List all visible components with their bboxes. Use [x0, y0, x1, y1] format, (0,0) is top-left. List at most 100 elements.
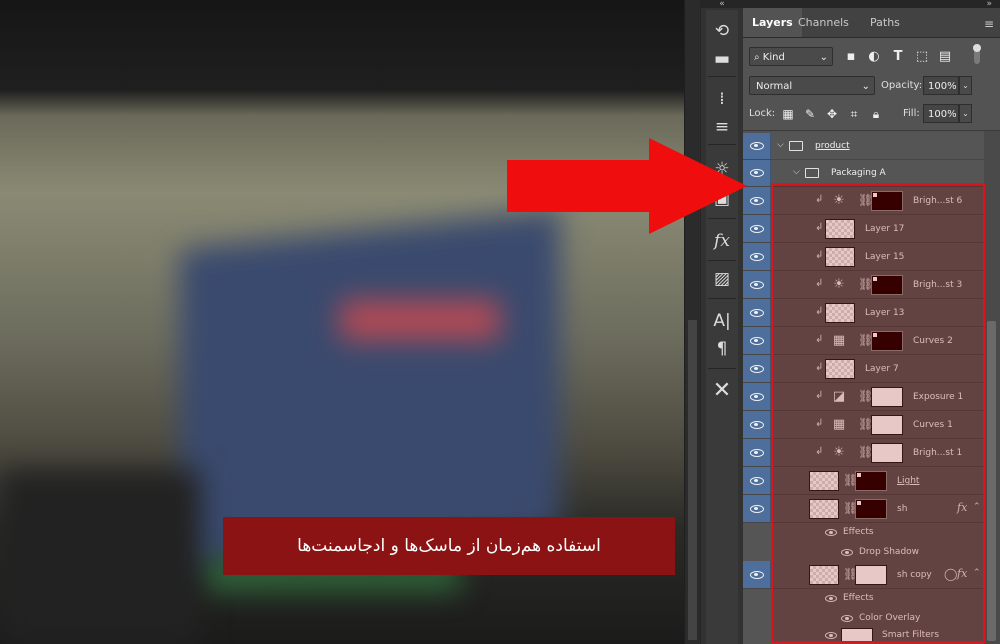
eye-icon[interactable] [750, 253, 764, 261]
type-filter-icon[interactable]: T [889, 47, 907, 66]
layer-thumbnail[interactable] [825, 247, 855, 267]
eye-icon[interactable] [750, 281, 764, 289]
fill-field[interactable]: 100% [923, 104, 959, 123]
layer-13[interactable]: ↲ Layer 13 [743, 299, 984, 327]
smart-filters-row[interactable]: Smart Filters [743, 627, 984, 644]
layers-list[interactable]: ⌵ product ⌵ Packaging A ↲ ☀ ⛓ Brigh...st… [743, 131, 984, 644]
fx-icon[interactable]: fx [957, 567, 967, 580]
filter-toggle[interactable] [973, 44, 981, 64]
layer-brightness-3[interactable]: ↲ ☀ ⛓ Brigh...st 3 [743, 271, 984, 299]
comment-icon[interactable]: ▬ [706, 46, 738, 72]
layer-comps-icon[interactable]: ▣ [706, 186, 738, 212]
opacity-dropdown-icon[interactable]: ⌄ [959, 76, 972, 95]
layer-mask-thumbnail[interactable] [871, 387, 903, 407]
tab-channels[interactable]: Channels [789, 8, 858, 37]
layer-group-packaging-a[interactable]: ⌵ Packaging A [743, 160, 984, 187]
layer-thumbnail[interactable] [825, 303, 855, 323]
layer-thumbnail[interactable] [825, 219, 855, 239]
layer-exposure-1[interactable]: ↲ ◪ ⛓ Exposure 1 [743, 383, 984, 411]
styles-fx-icon[interactable]: fx [706, 228, 738, 254]
effect-name: Color Overlay [859, 613, 921, 623]
layer-mask-thumbnail[interactable] [871, 443, 903, 463]
layers-scrollbar[interactable] [984, 131, 1000, 644]
layers-scrollbar-thumb[interactable] [987, 321, 996, 641]
collapse-panel-icon[interactable]: » [743, 0, 1000, 9]
effects-row[interactable]: Effects [743, 589, 984, 608]
chevron-down-icon[interactable]: ⌵ [777, 140, 784, 150]
eye-icon[interactable] [825, 595, 837, 602]
layer-mask-thumbnail[interactable] [855, 565, 887, 585]
image-icon[interactable]: ▨ [706, 266, 738, 292]
lock-position-icon[interactable]: ✥ [823, 105, 841, 124]
layer-17[interactable]: ↲ Layer 17 [743, 215, 984, 243]
layer-sh[interactable]: ⛓ sh fx ⌃ [743, 495, 984, 523]
eye-icon[interactable] [750, 477, 764, 485]
adjustments-sliders-icon[interactable]: ≡ [706, 114, 738, 140]
chevron-up-icon[interactable]: ⌃ [973, 568, 981, 578]
layer-mask-thumbnail[interactable] [871, 275, 903, 295]
smart-object-filter-icon[interactable]: ▤ [936, 47, 954, 66]
layer-mask-thumbnail[interactable] [871, 191, 903, 211]
opacity-field[interactable]: 100% [923, 76, 959, 95]
eye-icon[interactable] [750, 393, 764, 401]
layer-sh-copy[interactable]: ⛓ sh copy ◯ fx ⌃ [743, 561, 984, 589]
eye-icon[interactable] [841, 549, 853, 556]
lock-transparency-icon[interactable]: ▦ [779, 105, 797, 124]
libraries-icon[interactable]: ☼ [706, 156, 738, 182]
tab-paths[interactable]: Paths [861, 8, 909, 37]
layer-mask-thumbnail[interactable] [855, 471, 887, 491]
chevron-down-icon[interactable]: ⌵ [793, 167, 800, 177]
canvas-scrollbar-thumb[interactable] [688, 320, 697, 640]
eye-icon[interactable] [750, 421, 764, 429]
lock-all-icon[interactable]: 🔒︎ [867, 105, 885, 124]
image-filter-icon[interactable]: ▪ [842, 47, 860, 66]
canvas-scrollbar[interactable] [684, 0, 701, 644]
eye-icon[interactable] [750, 365, 764, 373]
eye-icon[interactable] [750, 571, 764, 579]
smart-filter-mask-thumbnail[interactable] [841, 628, 873, 643]
blend-mode-select[interactable]: Normal ⌄ [749, 76, 875, 95]
chevron-up-icon[interactable]: ⌃ [973, 502, 981, 512]
eye-icon[interactable] [750, 449, 764, 457]
fx-icon[interactable]: fx [957, 501, 967, 514]
eye-icon[interactable] [750, 337, 764, 345]
tools-icon[interactable]: ✕ [706, 378, 738, 404]
paragraph-icon[interactable]: ¶ [706, 336, 738, 362]
layer-light[interactable]: ⛓ Light [743, 467, 984, 495]
eye-icon[interactable] [750, 142, 764, 150]
layer-15[interactable]: ↲ Layer 15 [743, 243, 984, 271]
layer-thumbnail[interactable] [825, 359, 855, 379]
shape-filter-icon[interactable]: ⬚ [913, 47, 931, 66]
panel-menu-icon[interactable]: ≡ [984, 17, 994, 31]
eye-icon[interactable] [750, 309, 764, 317]
layer-mask-thumbnail[interactable] [855, 499, 887, 519]
fill-dropdown-icon[interactable]: ⌄ [959, 104, 972, 123]
eye-icon[interactable] [825, 529, 837, 536]
layer-brightness-1[interactable]: ↲ ☀ ⛓ Brigh...st 1 [743, 439, 984, 467]
filter-kind-select[interactable]: ⌕ Kind ⌄ [749, 47, 833, 66]
layer-7[interactable]: ↲ Layer 7 [743, 355, 984, 383]
lock-pixels-icon[interactable]: ✎ [801, 105, 819, 124]
eye-icon[interactable] [750, 197, 764, 205]
eye-icon[interactable] [825, 632, 837, 639]
lock-artboard-icon[interactable]: ⌗ [845, 105, 863, 124]
history-icon[interactable]: ⟲ [706, 18, 738, 44]
layer-brightness-6[interactable]: ↲ ☀ ⛓ Brigh...st 6 [743, 187, 984, 215]
layer-mask-thumbnail[interactable] [871, 331, 903, 351]
layer-mask-thumbnail[interactable] [871, 415, 903, 435]
eye-icon[interactable] [841, 615, 853, 622]
eye-icon[interactable] [750, 505, 764, 513]
adjustment-filter-icon[interactable]: ◐ [865, 47, 883, 66]
collapse-dock-icon[interactable]: « [701, 0, 743, 9]
smart-object-thumbnail[interactable] [809, 565, 839, 585]
eye-icon[interactable] [750, 169, 764, 177]
smart-object-thumbnail[interactable] [809, 499, 839, 519]
smart-object-thumbnail[interactable] [809, 471, 839, 491]
character-icon[interactable]: A| [706, 308, 738, 334]
layer-curves-1[interactable]: ↲ ▦ ⛓ Curves 1 [743, 411, 984, 439]
eye-icon[interactable] [750, 225, 764, 233]
brush-settings-icon[interactable]: ⁞ [706, 86, 738, 112]
effects-row[interactable]: Effects [743, 523, 984, 542]
layer-group-product[interactable]: ⌵ product [743, 133, 984, 160]
layer-curves-2[interactable]: ↲ ▦ ⛓ Curves 2 [743, 327, 984, 355]
